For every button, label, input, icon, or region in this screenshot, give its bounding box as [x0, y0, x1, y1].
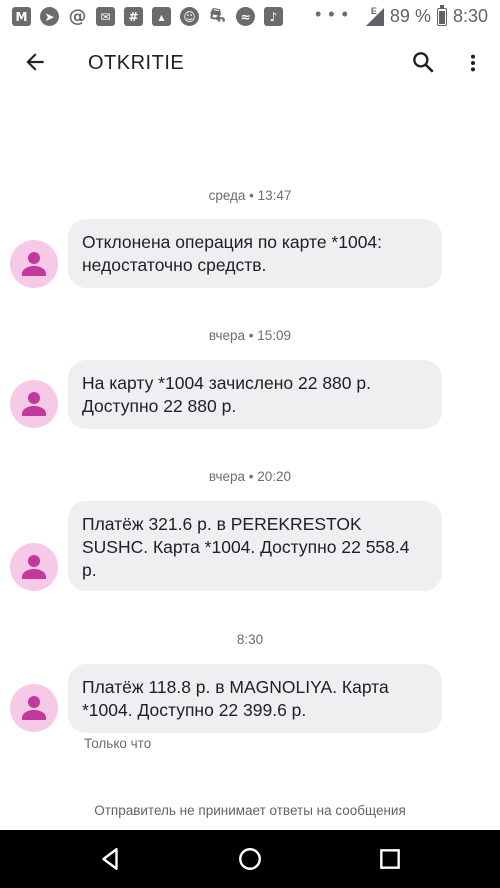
telegram-icon: ➤: [40, 7, 59, 26]
more-options-icon[interactable]: [462, 50, 484, 76]
battery-icon: [436, 4, 447, 26]
message-bubble[interactable]: На карту *1004 зачислено 22 880 р. Досту…: [68, 360, 442, 429]
nav-back-icon[interactable]: [97, 846, 123, 872]
notification-icons: M ➤ @ ✉ # ▴ ☺ ⛐ ≈ ♪: [12, 4, 283, 27]
signal-icon: E: [365, 5, 384, 26]
mail-icon: ✉: [96, 7, 115, 26]
music-icon: ♪: [264, 7, 283, 26]
at-icon: @: [68, 6, 87, 27]
nav-home-icon[interactable]: [237, 846, 263, 872]
sender-avatar[interactable]: [10, 684, 58, 732]
message-text: На карту *1004 зачислено 22 880 р. Досту…: [82, 373, 371, 416]
slack-icon: #: [124, 7, 143, 26]
message-text: Платёж 321.6 р. в PEREKRESTOK SUSHC. Кар…: [82, 514, 410, 580]
message-text: Отклонена операция по карте *1004: недос…: [82, 232, 383, 275]
sender-avatar[interactable]: [10, 543, 58, 591]
sender-avatar[interactable]: [10, 240, 58, 288]
overflow-dots-icon: • • •: [315, 4, 349, 24]
message-timestamp: среда • 13:47: [208, 188, 292, 203]
message-timestamp: вчера • 15:09: [208, 328, 292, 343]
status-right: E 89 % 8:30: [365, 4, 488, 27]
waves-icon: ≈: [236, 7, 255, 26]
android-icon: ☺: [180, 7, 199, 26]
message-timestamp: вчера • 20:20: [208, 469, 292, 484]
battery-percent: 89 %: [389, 6, 431, 26]
back-arrow-icon[interactable]: [22, 49, 48, 75]
navigation-bar: [0, 830, 500, 888]
message-bubble[interactable]: Отклонена операция по карте *1004: недос…: [68, 219, 442, 288]
clock: 8:30: [452, 6, 488, 26]
status-bar: M ➤ @ ✉ # ▴ ☺ ⛐ ≈ ♪ • • • E 89 % 8:30: [0, 0, 500, 34]
gmail-icon: M: [12, 7, 31, 26]
search-icon[interactable]: [410, 49, 436, 75]
network-type: E: [370, 5, 377, 16]
nav-recents-icon[interactable]: [377, 846, 403, 872]
image-icon: ▴: [152, 7, 171, 26]
person-icon: [22, 696, 46, 720]
conversation-title: OTKRITIE: [88, 52, 185, 74]
message-timestamp: 8:30: [236, 632, 264, 647]
person-icon: [22, 392, 46, 416]
no-reply-notice: Отправитель не принимает ответы на сообщ…: [94, 803, 406, 818]
app-bar: OTKRITIE: [0, 34, 500, 92]
message-text: Платёж 118.8 р. в MAGNOLIYA. Карта *1004…: [82, 677, 389, 720]
message-bubble[interactable]: Платёж 321.6 р. в PEREKRESTOK SUSHC. Кар…: [68, 501, 442, 591]
person-icon: [22, 555, 46, 579]
message-bubble[interactable]: Платёж 118.8 р. в MAGNOLIYA. Карта *1004…: [68, 664, 442, 733]
sender-avatar[interactable]: [10, 380, 58, 428]
person-icon: [22, 252, 46, 276]
message-status: Только что: [84, 736, 152, 751]
car-icon: ⛐: [209, 4, 226, 26]
